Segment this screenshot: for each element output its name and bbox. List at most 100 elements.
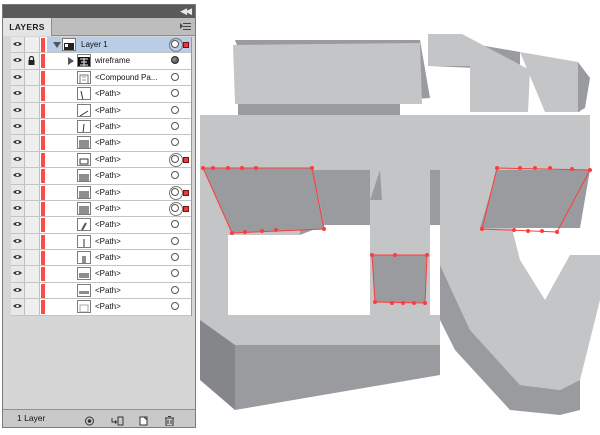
path-row[interactable]: <Path> — [11, 217, 191, 234]
target-circle-icon[interactable] — [171, 302, 179, 311]
path-thumbnail — [77, 152, 91, 166]
lock-toggle[interactable] — [25, 299, 40, 315]
visibility-eye-icon[interactable] — [11, 184, 25, 200]
lock-toggle[interactable] — [25, 233, 40, 250]
lock-toggle[interactable] — [25, 118, 40, 135]
create-sublayer-icon[interactable] — [111, 413, 124, 426]
layer-row[interactable]: Layer 1 — [11, 37, 191, 54]
panel-menu-icon[interactable] — [180, 21, 192, 32]
trash-icon[interactable] — [163, 413, 176, 427]
visibility-eye-icon[interactable] — [11, 200, 25, 217]
path-thumbnail — [77, 169, 91, 183]
visibility-eye-icon[interactable] — [11, 250, 25, 266]
target-circle-icon[interactable] — [169, 201, 183, 216]
panel-title-bar[interactable]: ◀◀ — [3, 5, 195, 18]
lock-toggle[interactable] — [25, 250, 40, 266]
layer-color-swatch — [41, 38, 45, 52]
layer-count: 1 Layer — [17, 413, 46, 423]
path-row[interactable]: <Path> — [11, 151, 191, 169]
layer-content: <Path> — [47, 152, 191, 167]
lock-toggle[interactable] — [25, 86, 40, 102]
row-label: <Path> — [95, 302, 121, 312]
path-row[interactable]: <Path> — [11, 118, 191, 136]
visibility-eye-icon[interactable] — [11, 53, 25, 69]
visibility-eye-icon[interactable] — [11, 135, 25, 151]
selection-indicator[interactable] — [183, 42, 189, 48]
path-thumbnail — [77, 87, 91, 101]
lock-toggle[interactable] — [25, 168, 40, 184]
visibility-eye-icon[interactable] — [11, 233, 25, 250]
target-circle-icon[interactable] — [171, 220, 179, 229]
visibility-eye-icon[interactable] — [11, 118, 25, 135]
target-circle-icon[interactable] — [171, 89, 179, 98]
create-layer-icon[interactable] — [137, 413, 150, 426]
selection-indicator[interactable] — [183, 205, 189, 212]
path-thumbnail — [77, 283, 91, 297]
panel-footer: 1 Layer — [3, 409, 195, 427]
path-row[interactable]: <Path> — [11, 168, 191, 185]
lock-toggle[interactable] — [25, 200, 40, 217]
path-row[interactable]: <Path> — [11, 135, 191, 152]
lock-toggle[interactable] — [25, 37, 40, 53]
target-circle-icon[interactable] — [171, 236, 179, 245]
target-circle-icon[interactable] — [171, 171, 179, 180]
layer-thumbnail — [62, 38, 76, 51]
visibility-eye-icon[interactable] — [11, 69, 25, 86]
lock-toggle[interactable] — [25, 217, 40, 233]
path-row[interactable]: <Path> — [11, 282, 191, 300]
visibility-eye-icon[interactable] — [11, 102, 25, 118]
target-circle-icon[interactable] — [169, 185, 183, 200]
lock-toggle[interactable] — [25, 102, 40, 118]
lock-toggle[interactable] — [25, 184, 40, 200]
layer-color-swatch — [41, 54, 45, 69]
path-row[interactable]: <Path> — [11, 266, 191, 283]
visibility-eye-icon[interactable] — [11, 299, 25, 315]
lock-toggle[interactable] — [25, 266, 40, 282]
collapse-arrows-icon[interactable]: ◀◀ — [180, 6, 192, 16]
artwork-canvas[interactable] — [197, 0, 600, 435]
path-row[interactable]: <Path> — [11, 299, 191, 316]
target-circle-icon[interactable] — [171, 269, 179, 278]
target-circle-icon[interactable] — [171, 72, 179, 81]
target-circle-icon[interactable] — [169, 38, 183, 52]
lock-toggle[interactable] — [25, 135, 40, 151]
path-row[interactable]: <Path> — [11, 250, 191, 267]
layer-row[interactable]: wireframe — [11, 53, 191, 70]
visibility-eye-icon[interactable] — [11, 282, 25, 299]
make-clipping-mask-icon[interactable] — [83, 413, 96, 426]
panel-tab-bar: LAYERS — [3, 18, 195, 36]
visibility-eye-icon[interactable] — [11, 151, 25, 168]
expand-arrow-icon[interactable] — [68, 57, 74, 66]
visibility-eye-icon[interactable] — [11, 37, 25, 53]
visibility-eye-icon[interactable] — [11, 86, 25, 102]
selection-indicator[interactable] — [183, 156, 189, 163]
path-row[interactable]: <Path> — [11, 86, 191, 103]
expand-arrow-icon[interactable] — [53, 42, 61, 48]
lock-toggle[interactable] — [25, 69, 40, 86]
lock-toggle[interactable] — [25, 282, 40, 299]
path-row[interactable]: <Path> — [11, 200, 191, 218]
target-circle-icon[interactable] — [171, 138, 179, 147]
tab-layers[interactable]: LAYERS — [3, 18, 52, 36]
extrusion-side — [372, 255, 427, 303]
target-circle-icon[interactable] — [171, 253, 179, 262]
selection-indicator[interactable] — [183, 189, 189, 196]
path-thumbnail — [77, 136, 91, 150]
path-row[interactable]: <Path> — [11, 233, 191, 251]
target-circle-icon[interactable] — [171, 56, 179, 65]
visibility-eye-icon[interactable] — [11, 266, 25, 282]
visibility-eye-icon[interactable] — [11, 168, 25, 184]
visibility-eye-icon[interactable] — [11, 217, 25, 233]
path-row[interactable]: <Path> — [11, 184, 191, 201]
target-circle-icon[interactable] — [171, 105, 179, 114]
lock-icon[interactable] — [25, 53, 40, 69]
target-circle-icon[interactable] — [169, 152, 183, 167]
lock-toggle[interactable] — [25, 151, 40, 168]
layer-row[interactable]: <Compound Pa... — [11, 69, 191, 87]
path-row[interactable]: <Path> — [11, 102, 191, 119]
target-circle-icon[interactable] — [171, 285, 179, 294]
letter-face — [428, 34, 530, 112]
path-thumbnail — [77, 267, 91, 281]
target-circle-icon[interactable] — [171, 121, 179, 130]
row-label: <Path> — [95, 220, 121, 230]
